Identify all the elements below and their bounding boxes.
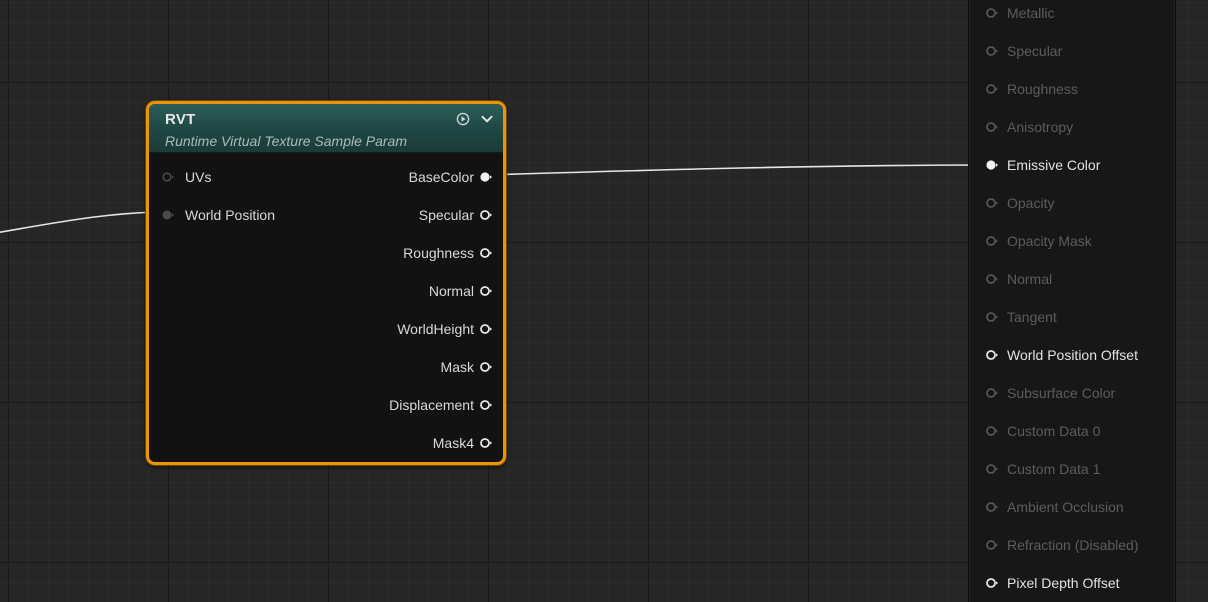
wire-world-position[interactable]	[0, 211, 169, 233]
output-label: Normal	[428, 283, 474, 299]
pin-connected-icon[interactable]	[985, 158, 999, 172]
pin-empty-icon[interactable]	[479, 208, 493, 222]
material-input-world-position-offset[interactable]: World Position Offset	[985, 345, 1138, 365]
pin-empty-icon[interactable]	[479, 246, 493, 260]
pin-empty-icon[interactable]	[985, 120, 999, 134]
material-result-panel[interactable]: Metallic Specular Roughness Anisotropy E…	[968, 0, 1176, 602]
pin-connected-icon[interactable]	[161, 208, 175, 222]
output-pin-worldheight[interactable]: WorldHeight	[397, 319, 493, 339]
pin-empty-icon[interactable]	[479, 322, 493, 336]
pin-empty-icon[interactable]	[985, 424, 999, 438]
material-input-label: Roughness	[1007, 81, 1078, 97]
pin-empty-icon[interactable]	[985, 82, 999, 96]
output-pin-roughness[interactable]: Roughness	[403, 243, 493, 263]
pin-empty-icon[interactable]	[479, 284, 493, 298]
material-input-label: Anisotropy	[1007, 119, 1074, 135]
material-input-label: Specular	[1007, 43, 1063, 59]
pin-empty-icon[interactable]	[985, 576, 999, 590]
material-input-label: Tangent	[1007, 309, 1057, 325]
wire-basecolor-to-emissive[interactable]	[485, 164, 991, 176]
node-title: RVT	[165, 111, 196, 128]
material-input-emissive-color[interactable]: Emissive Color	[985, 155, 1100, 175]
play-icon[interactable]	[456, 112, 470, 126]
output-pin-specular[interactable]: Specular	[419, 205, 493, 225]
pin-empty-icon[interactable]	[479, 360, 493, 374]
pin-empty-icon[interactable]	[985, 272, 999, 286]
material-input-refraction[interactable]: Refraction (Disabled)	[985, 535, 1139, 555]
output-pin-displacement[interactable]: Displacement	[389, 395, 493, 415]
material-input-subsurface-color[interactable]: Subsurface Color	[985, 383, 1115, 403]
material-input-label: Ambient Occlusion	[1007, 499, 1124, 515]
material-input-label: Opacity Mask	[1007, 233, 1092, 249]
material-input-specular[interactable]: Specular	[985, 41, 1062, 61]
output-label: WorldHeight	[397, 321, 474, 337]
material-input-label: Custom Data 1	[1007, 461, 1101, 477]
output-label: Mask4	[432, 435, 474, 451]
input-label: World Position	[185, 207, 276, 223]
pin-empty-icon[interactable]	[985, 500, 999, 514]
pin-empty-icon[interactable]	[479, 398, 493, 412]
material-input-opacity-mask[interactable]: Opacity Mask	[985, 231, 1092, 251]
material-input-anisotropy[interactable]: Anisotropy	[985, 117, 1073, 137]
material-input-label: Subsurface Color	[1007, 385, 1116, 401]
output-pin-normal[interactable]: Normal	[429, 281, 493, 301]
material-input-pixel-depth-offset[interactable]: Pixel Depth Offset	[985, 573, 1120, 593]
pin-empty-icon[interactable]	[985, 234, 999, 248]
chevron-down-icon[interactable]	[480, 112, 494, 126]
material-input-label: Pixel Depth Offset	[1007, 575, 1120, 591]
input-label: UVs	[185, 169, 212, 185]
output-pin-mask4[interactable]: Mask4	[433, 433, 493, 453]
material-input-label: Normal	[1007, 271, 1053, 287]
material-input-label: Refraction (Disabled)	[1007, 537, 1139, 553]
material-input-label: Metallic	[1007, 5, 1055, 21]
output-label: Displacement	[389, 397, 474, 413]
material-input-roughness[interactable]: Roughness	[985, 79, 1078, 99]
pin-empty-icon[interactable]	[985, 386, 999, 400]
material-input-label: Opacity	[1007, 195, 1055, 211]
output-pin-mask[interactable]: Mask	[441, 357, 493, 377]
material-input-label: Emissive Color	[1007, 157, 1101, 173]
material-input-custom-data-1[interactable]: Custom Data 1	[985, 459, 1100, 479]
output-label: Specular	[418, 207, 474, 223]
output-label: BaseColor	[408, 169, 474, 185]
material-input-label: Custom Data 0	[1007, 423, 1101, 439]
material-input-label: World Position Offset	[1007, 347, 1138, 363]
pin-empty-icon[interactable]	[985, 44, 999, 58]
material-input-opacity[interactable]: Opacity	[985, 193, 1054, 213]
pin-empty-icon[interactable]	[985, 310, 999, 324]
output-pin-basecolor[interactable]: BaseColor	[409, 167, 493, 187]
material-input-tangent[interactable]: Tangent	[985, 307, 1057, 327]
material-graph-canvas[interactable]: RVT Runtime Virtual Texture Sample Param…	[0, 0, 1208, 602]
node-subtitle: Runtime Virtual Texture Sample Param	[165, 133, 407, 149]
rvt-node[interactable]: RVT Runtime Virtual Texture Sample Param…	[146, 101, 506, 465]
pin-empty-icon[interactable]	[161, 170, 175, 184]
input-pin-uvs[interactable]: UVs	[161, 167, 211, 187]
node-header[interactable]: RVT Runtime Virtual Texture Sample Param	[149, 104, 503, 153]
pin-connected-icon[interactable]	[479, 170, 493, 184]
pin-empty-icon[interactable]	[985, 196, 999, 210]
pin-empty-icon[interactable]	[985, 538, 999, 552]
material-input-ambient-occlusion[interactable]: Ambient Occlusion	[985, 497, 1124, 517]
pin-empty-icon[interactable]	[985, 462, 999, 476]
pin-empty-icon[interactable]	[985, 6, 999, 20]
output-label: Mask	[440, 359, 474, 375]
input-pin-world-position[interactable]: World Position	[161, 205, 275, 225]
pin-empty-icon[interactable]	[479, 436, 493, 450]
material-input-custom-data-0[interactable]: Custom Data 0	[985, 421, 1100, 441]
output-label: Roughness	[403, 245, 474, 261]
material-input-metallic[interactable]: Metallic	[985, 3, 1054, 23]
pin-empty-icon[interactable]	[985, 348, 999, 362]
material-input-normal[interactable]: Normal	[985, 269, 1052, 289]
